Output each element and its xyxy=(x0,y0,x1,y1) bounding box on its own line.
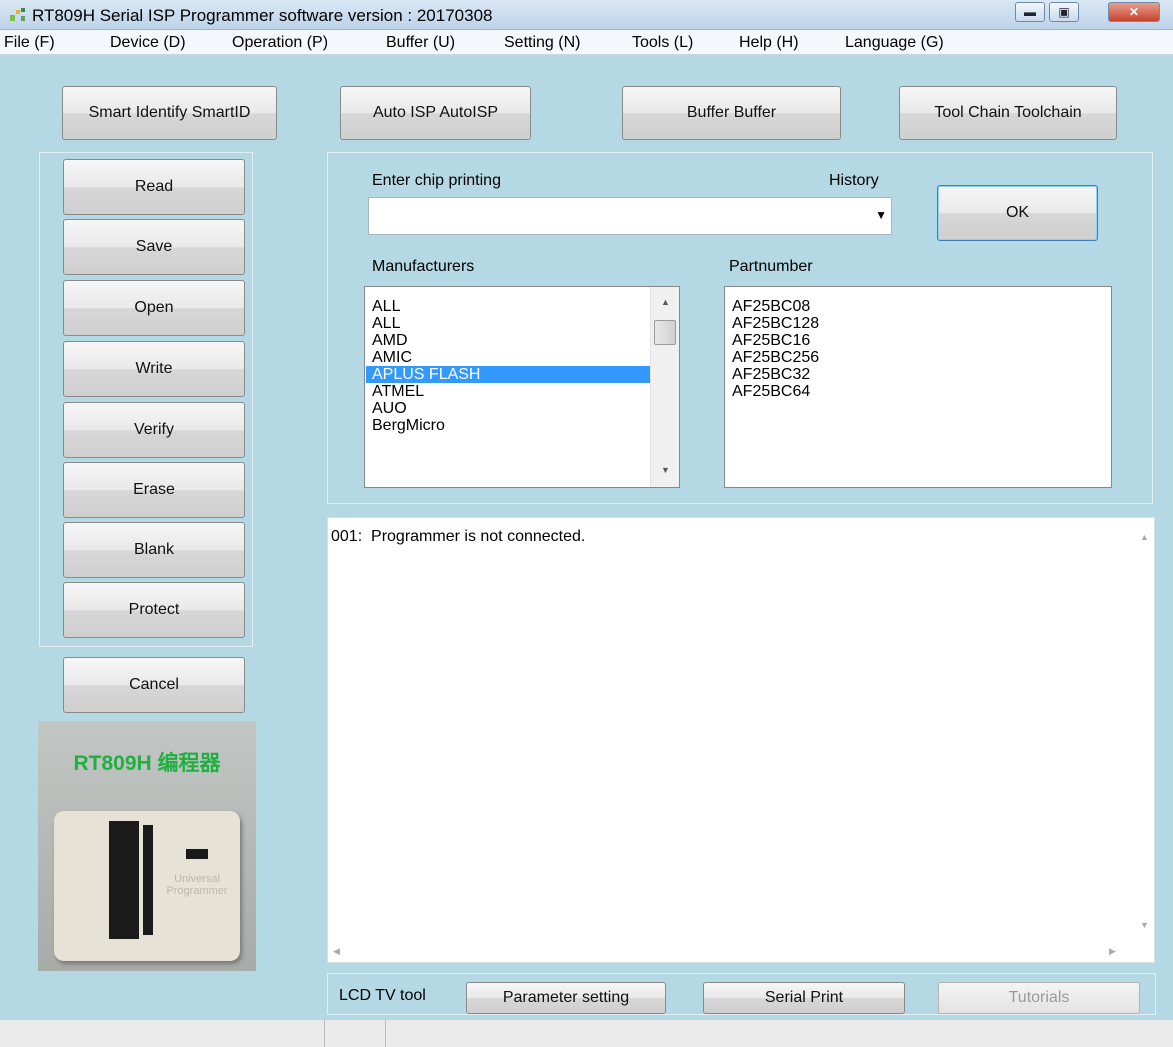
zif-socket-icon xyxy=(109,821,139,939)
menu-language[interactable]: Language (G) xyxy=(845,34,944,52)
minimize-icon[interactable]: ▬ xyxy=(1015,2,1045,22)
read-button[interactable]: Read xyxy=(63,159,245,215)
log-line: 001: Programmer is not connected. xyxy=(331,528,586,545)
auto-isp-button[interactable]: Auto ISP AutoISP xyxy=(340,86,531,140)
tutorials-button[interactable]: Tutorials xyxy=(938,982,1140,1014)
history-label: History xyxy=(829,172,879,189)
log-scroll-up-icon[interactable]: ▲ xyxy=(1136,532,1153,542)
log-scroll-down-icon[interactable]: ▼ xyxy=(1136,920,1153,930)
list-item[interactable]: ATMEL xyxy=(366,383,650,400)
manufacturers-list[interactable]: ALL ALL AMD AMIC APLUS FLASH ATMEL AUO B… xyxy=(364,286,680,488)
protect-button[interactable]: Protect xyxy=(63,582,245,638)
log-output[interactable]: 001: Programmer is not connected. ▲ ▼ ◀ … xyxy=(327,517,1155,963)
list-item[interactable]: AMIC xyxy=(366,349,650,366)
list-item[interactable]: AMD xyxy=(366,332,650,349)
lcd-tv-tool-label: LCD TV tool xyxy=(339,987,426,1004)
tool-chain-button[interactable]: Tool Chain Toolchain xyxy=(899,86,1117,140)
partnumber-list[interactable]: AF25BC08 AF25BC128 AF25BC16 AF25BC256 AF… xyxy=(724,286,1112,488)
cancel-button[interactable]: Cancel xyxy=(63,657,245,713)
list-item[interactable]: AF25BC256 xyxy=(726,349,1110,366)
partnumber-label: Partnumber xyxy=(729,258,813,275)
list-item[interactable]: AF25BC16 xyxy=(726,332,1110,349)
list-item[interactable]: AF25BC08 xyxy=(726,298,1110,315)
write-button[interactable]: Write xyxy=(63,341,245,397)
status-bar xyxy=(0,1019,1173,1047)
list-item[interactable]: BergMicro xyxy=(366,417,650,434)
menu-file[interactable]: File (F) xyxy=(4,34,55,52)
log-scroll-right-icon[interactable]: ▶ xyxy=(1104,946,1121,957)
app-icon xyxy=(10,8,25,21)
close-icon[interactable]: ✕ xyxy=(1108,2,1160,22)
device-photo: RT809H 编程器 Universal Programmer xyxy=(38,721,256,971)
menu-setting[interactable]: Setting (N) xyxy=(504,34,580,52)
zif-lever-icon xyxy=(143,825,153,935)
menu-help[interactable]: Help (H) xyxy=(739,34,799,52)
status-divider xyxy=(385,1019,386,1047)
list-item[interactable]: AF25BC32 xyxy=(726,366,1110,383)
menu-operation[interactable]: Operation (P) xyxy=(232,34,328,52)
erase-button[interactable]: Erase xyxy=(63,462,245,518)
list-item[interactable]: AF25BC128 xyxy=(726,315,1110,332)
open-button[interactable]: Open xyxy=(63,280,245,336)
scroll-thumb[interactable] xyxy=(654,320,676,345)
manufacturers-label: Manufacturers xyxy=(372,258,475,275)
chevron-down-icon[interactable]: ▼ xyxy=(875,208,887,222)
led-icon xyxy=(186,849,208,859)
chip-printing-combobox[interactable]: ▼ xyxy=(368,197,892,235)
status-divider xyxy=(324,1019,325,1047)
scroll-down-icon[interactable]: ▼ xyxy=(657,465,674,475)
ok-button[interactable]: OK xyxy=(937,185,1098,241)
parameter-setting-button[interactable]: Parameter setting xyxy=(466,982,666,1014)
programmer-label: Universal Programmer xyxy=(166,873,228,897)
menu-device[interactable]: Device (D) xyxy=(110,34,186,52)
log-scroll-left-icon[interactable]: ◀ xyxy=(328,946,345,957)
menu-tools[interactable]: Tools (L) xyxy=(632,34,693,52)
list-item[interactable]: AUO xyxy=(366,400,650,417)
list-item[interactable]: ALL xyxy=(366,315,650,332)
blank-button[interactable]: Blank xyxy=(63,522,245,578)
serial-print-button[interactable]: Serial Print xyxy=(703,982,905,1014)
smart-identify-button[interactable]: Smart Identify SmartID xyxy=(62,86,277,140)
chip-printing-label: Enter chip printing xyxy=(372,172,501,189)
scroll-up-icon[interactable]: ▲ xyxy=(657,297,674,307)
buffer-button[interactable]: Buffer Buffer xyxy=(622,86,841,140)
list-item-selected[interactable]: APLUS FLASH xyxy=(366,366,650,383)
device-caption: RT809H 编程器 xyxy=(73,752,221,775)
list-item[interactable]: ALL xyxy=(366,298,650,315)
save-button[interactable]: Save xyxy=(63,219,245,275)
list-item[interactable]: AF25BC64 xyxy=(726,383,1110,400)
programmer-body: Universal Programmer xyxy=(54,811,240,961)
window-title: RT809H Serial ISP Programmer software ve… xyxy=(32,6,493,25)
menu-buffer[interactable]: Buffer (U) xyxy=(386,34,455,52)
verify-button[interactable]: Verify xyxy=(63,402,245,458)
maximize-icon[interactable]: ▣ xyxy=(1049,2,1079,22)
manufacturers-scrollbar[interactable]: ▲ ▼ xyxy=(650,287,679,487)
